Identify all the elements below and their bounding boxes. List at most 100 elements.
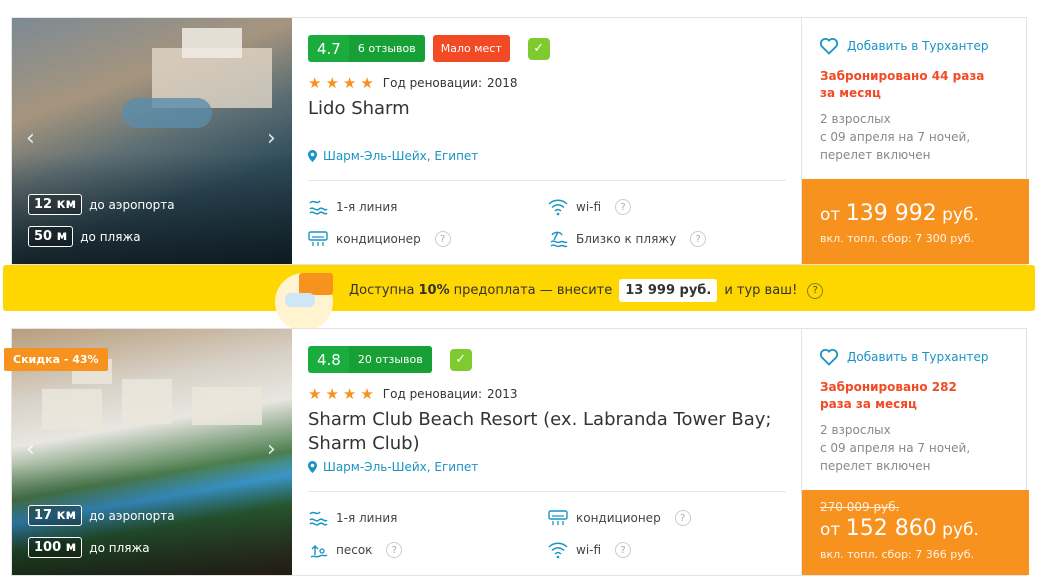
trip-details: 2 взрослых с 09 апреля на 7 ночей, перел… — [820, 110, 1020, 164]
wifi-icon — [548, 199, 568, 216]
renovation-label: Год реновации: — [382, 76, 482, 90]
banner-text-2: предоплата — внесите — [453, 283, 613, 298]
divider — [308, 491, 786, 492]
feature-first-line: 1-я линия — [308, 198, 397, 216]
hotel-info: 4.8 20 отзывов ✓ ★★★★ Год реновации: 201… — [308, 329, 788, 575]
beach-distance-value: 100 м — [28, 537, 83, 558]
feature-sand: песок ? — [308, 541, 403, 559]
hotel-card[interactable]: ‹ › 12 км до аэропорта 50 м до пляжа 4.7… — [11, 17, 1029, 265]
help-icon[interactable]: ? — [690, 231, 707, 247]
rating-badge[interactable]: 4.8 20 отзывов — [308, 346, 432, 373]
hotel-info: 4.7 6 отзывов Мало мест ✓ ★★★★ Год ренов… — [308, 18, 788, 264]
photo-next-arrow[interactable]: › — [267, 439, 281, 461]
photo-prev-arrow[interactable]: ‹ — [26, 128, 40, 150]
add-to-favorites-button[interactable]: Добавить в Турхантер — [819, 348, 988, 366]
price-currency: руб. — [942, 205, 979, 225]
feature-wifi: wi-fi ? — [548, 198, 632, 216]
hotel-name[interactable]: Sharm Club Beach Resort (ex. Labranda To… — [308, 408, 778, 456]
booking-count: Забронировано 44 раза за месяц — [820, 69, 985, 100]
flight-included: перелет включен — [820, 148, 931, 162]
few-places-badge: Мало мест — [432, 35, 510, 62]
hotel-photo[interactable]: ‹ › 12 км до аэропорта 50 м до пляжа — [12, 18, 292, 264]
hotel-stars: ★★★★ Год реновации: 2018 — [308, 74, 518, 92]
renovation-year: 2018 — [487, 76, 518, 90]
verified-check-icon: ✓ — [449, 348, 472, 371]
guests: 2 взрослых — [820, 423, 891, 437]
sand-icon — [310, 545, 328, 558]
banner-percent: 10% — [418, 283, 450, 298]
flight-included: перелет включен — [820, 459, 931, 473]
prepayment-text: Доступна 10% предоплата — внесите 13 999… — [349, 279, 824, 302]
trip-details: 2 взрослых с 09 апреля на 7 ночей, перел… — [820, 421, 1020, 475]
photo-prev-arrow[interactable]: ‹ — [26, 439, 40, 461]
help-icon[interactable]: ? — [615, 199, 632, 215]
beach-icon — [550, 231, 568, 248]
feature-label: Близко к пляжу — [576, 232, 677, 246]
feature-label: wi-fi — [576, 200, 602, 214]
renovation-label: Год реновации: — [382, 387, 482, 401]
prepayment-banner: Доступна 10% предоплата — внесите 13 999… — [3, 265, 1035, 331]
feature-wifi: wi-fi ? — [548, 541, 632, 559]
heart-icon — [819, 349, 839, 366]
beach-distance: 100 м до пляжа — [28, 537, 150, 558]
hotel-location[interactable]: Шарм-Эль-Шейх, Египет — [308, 460, 478, 474]
wifi-icon — [548, 542, 568, 559]
verified-check-icon: ✓ — [527, 37, 550, 60]
hotel-card[interactable]: ‹ › 17 км до аэропорта 100 м до пляжа Ск… — [4, 328, 1029, 576]
fuel-tax: вкл. топл. сбор: 7 300 руб. — [820, 232, 975, 245]
beach-distance-label: до пляжа — [80, 229, 141, 244]
location-text: Шарм-Эль-Шейх, Египет — [323, 460, 479, 474]
banner-text-3: и тур ваш! — [724, 283, 798, 298]
airport-distance: 12 км до аэропорта — [28, 194, 175, 215]
price-panel: Добавить в Турхантер Забронировано 44 ра… — [801, 18, 1029, 264]
help-icon[interactable]: ? — [674, 510, 691, 526]
hotel-name[interactable]: Lido Sharm — [308, 97, 778, 121]
star-rating-icon: ★★★★ — [308, 385, 378, 403]
airport-distance: 17 км до аэропорта — [28, 505, 175, 526]
ac-icon — [548, 510, 568, 525]
feature-first-line: 1-я линия — [308, 509, 397, 527]
airport-distance-label: до аэропорта — [89, 508, 175, 523]
photo-next-arrow[interactable]: › — [267, 128, 281, 150]
price-button[interactable]: от 139 992 руб. вкл. топл. сбор: 7 300 р… — [802, 179, 1029, 264]
dates: с 09 апреля на 7 ночей, — [820, 441, 971, 455]
add-to-favorites-button[interactable]: Добавить в Турхантер — [819, 37, 988, 55]
airport-distance-value: 17 км — [28, 505, 83, 526]
renovation-year: 2013 — [487, 387, 518, 401]
ac-icon — [308, 231, 328, 246]
location-pin-icon — [308, 150, 317, 162]
help-icon[interactable]: ? — [615, 542, 632, 558]
help-icon[interactable]: ? — [386, 542, 403, 558]
hotel-location[interactable]: Шарм-Эль-Шейх, Египет — [308, 149, 478, 163]
help-icon[interactable]: ? — [434, 231, 451, 247]
price: от 139 992 руб. — [820, 201, 979, 226]
fuel-tax: вкл. топл. сбор: 7 366 руб. — [820, 548, 975, 561]
favorites-label: Добавить в Турхантер — [847, 39, 989, 53]
price-prefix: от — [820, 520, 841, 540]
airport-distance-value: 12 км — [28, 194, 83, 215]
reviews-count[interactable]: 20 отзывов — [348, 346, 432, 373]
booking-count: Забронировано 282 раза за месяц — [820, 380, 957, 411]
rating-score: 4.7 — [317, 39, 341, 58]
rating-badge[interactable]: 4.7 6 отзывов — [308, 35, 425, 62]
price-panel: Добавить в Турхантер Забронировано 282 р… — [801, 329, 1029, 575]
price-button[interactable]: 270 009 руб. от 152 860 руб. вкл. топл. … — [802, 490, 1029, 575]
feature-label: кондиционер — [336, 232, 421, 246]
location-pin-icon — [308, 461, 317, 473]
help-icon[interactable]: ? — [807, 282, 824, 299]
feature-near-beach: Близко к пляжу ? — [548, 230, 707, 248]
heart-icon — [819, 38, 839, 55]
wallet-card-icon — [275, 271, 337, 331]
favorites-label: Добавить в Турхантер — [847, 350, 989, 364]
feature-label: песок — [336, 543, 373, 557]
waves-icon — [309, 200, 328, 215]
airport-distance-label: до аэропорта — [89, 197, 175, 212]
feature-label: wi-fi — [576, 543, 602, 557]
rating-score: 4.8 — [317, 350, 341, 369]
reviews-count[interactable]: 6 отзывов — [348, 35, 425, 62]
price-value: 139 992 — [845, 201, 937, 226]
feature-ac: кондиционер ? — [548, 509, 691, 527]
banner-amount: 13 999 руб. — [619, 279, 718, 302]
beach-distance-label: до пляжа — [89, 540, 150, 555]
location-text: Шарм-Эль-Шейх, Египет — [323, 149, 479, 163]
